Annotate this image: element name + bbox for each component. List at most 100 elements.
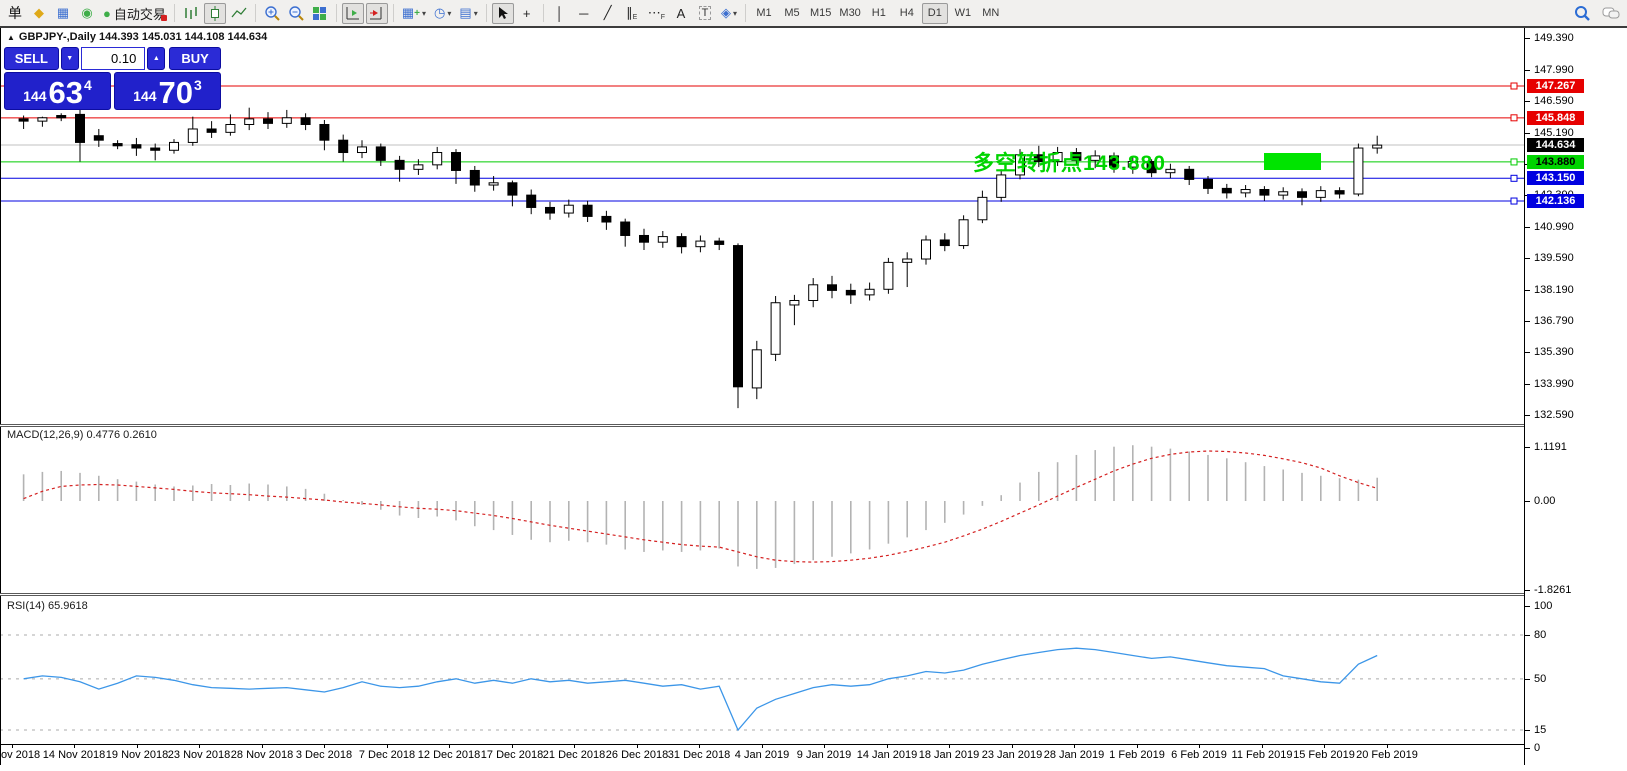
zoom-in-button[interactable] bbox=[261, 3, 283, 24]
date-label: 28 Jan 2019 bbox=[1044, 749, 1105, 761]
sell-price-tile[interactable]: 144634 bbox=[4, 72, 111, 110]
date-tick bbox=[512, 745, 513, 748]
timeframe-m15[interactable]: M15 bbox=[807, 3, 834, 24]
trendline-tool[interactable]: ╱ bbox=[597, 3, 619, 24]
date-tick bbox=[574, 745, 575, 748]
volume-decrease-button[interactable]: ▼ bbox=[61, 47, 79, 70]
scale-tick bbox=[1525, 352, 1530, 353]
date-tick bbox=[387, 745, 388, 748]
auto-scroll-button[interactable] bbox=[366, 3, 388, 24]
scale-label: 146.590 bbox=[1534, 95, 1574, 108]
chart-canvas[interactable] bbox=[0, 0, 1627, 771]
scale-label: 133.990 bbox=[1534, 378, 1574, 391]
zoom-out-icon bbox=[288, 5, 304, 21]
separator bbox=[393, 4, 394, 22]
scale-label: 136.790 bbox=[1534, 315, 1574, 328]
periods-button[interactable]: ◷▾ bbox=[431, 3, 454, 24]
date-label: 31 Dec 2018 bbox=[668, 749, 730, 761]
auto-trading-button[interactable]: ● 自动交易 bbox=[100, 3, 169, 24]
line-chart-mode-button[interactable] bbox=[228, 3, 250, 24]
bar-chart-mode-button[interactable] bbox=[180, 3, 202, 24]
price-scale[interactable]: 149.390147.990146.590145.190143.790142.3… bbox=[1524, 28, 1627, 765]
rsi-pane-splitter[interactable] bbox=[0, 593, 1627, 596]
volume-increase-button[interactable]: ▲ bbox=[147, 47, 165, 70]
zoom-out-button[interactable] bbox=[285, 3, 307, 24]
scale-tick bbox=[1525, 384, 1530, 385]
search-icon bbox=[1574, 5, 1590, 21]
line-chart-icon bbox=[231, 6, 247, 20]
scale-label: 15 bbox=[1534, 724, 1546, 737]
pivot-annotation[interactable]: 多空转折点143.880 bbox=[973, 147, 1166, 177]
cursor-button[interactable] bbox=[492, 3, 514, 24]
date-label: 20 Feb 2019 bbox=[1356, 749, 1418, 761]
separator bbox=[336, 4, 337, 22]
date-label: 26 Dec 2018 bbox=[606, 749, 668, 761]
timeframe-w1[interactable]: W1 bbox=[950, 3, 976, 24]
scale-label: 50 bbox=[1534, 673, 1546, 686]
templates-button[interactable]: ▤▾ bbox=[456, 3, 480, 24]
zoom-in-icon bbox=[264, 5, 280, 21]
date-label: 18 Jan 2019 bbox=[919, 749, 980, 761]
scale-tick bbox=[1525, 227, 1530, 228]
price-badge: 143.150 bbox=[1527, 171, 1584, 185]
date-label: 23 Nov 2018 bbox=[168, 749, 230, 761]
chart-title: ▲GBPJPY-,Daily 144.393 145.031 144.108 1… bbox=[7, 31, 267, 43]
buy-button[interactable]: BUY bbox=[169, 47, 221, 70]
date-tick bbox=[637, 745, 638, 748]
scale-tick bbox=[1525, 258, 1530, 259]
label-tool[interactable]: T bbox=[694, 3, 716, 24]
separator bbox=[486, 4, 487, 22]
timeframe-h1[interactable]: H1 bbox=[866, 3, 892, 24]
macd-pane-splitter[interactable] bbox=[0, 424, 1627, 427]
timeframe-m30[interactable]: M30 bbox=[836, 3, 863, 24]
timeframe-h4[interactable]: H4 bbox=[894, 3, 920, 24]
new-order-button[interactable]: 单 bbox=[4, 3, 26, 24]
market-watch-icon[interactable]: ◉ bbox=[76, 3, 98, 24]
price-badge: 143.880 bbox=[1527, 155, 1584, 169]
fibonacci-tool[interactable]: ⋯F bbox=[645, 3, 668, 24]
date-tick bbox=[1074, 745, 1075, 748]
new-chart-button[interactable]: ▦+▾ bbox=[399, 3, 429, 24]
date-tick bbox=[1262, 745, 1263, 748]
chart-shift-button[interactable] bbox=[342, 3, 364, 24]
bar-chart-icon bbox=[183, 6, 198, 20]
scale-tick bbox=[1525, 501, 1530, 502]
shapes-tool[interactable]: ◈▾ bbox=[718, 3, 740, 24]
new-chart-icon: ▦ bbox=[402, 5, 414, 21]
symbol-name: GBPJPY-,Daily bbox=[19, 31, 96, 43]
timeframe-mn[interactable]: MN bbox=[978, 3, 1004, 24]
date-tick bbox=[1324, 745, 1325, 748]
vertical-line-tool[interactable]: │ bbox=[549, 3, 571, 24]
main-toolbar: 单 ◆ ▦ ◉ ● 自动交易 ▦+▾ ◷▾ ▤▾ bbox=[0, 0, 1627, 26]
candlestick-mode-button[interactable] bbox=[204, 3, 226, 24]
scale-tick bbox=[1525, 321, 1530, 322]
buy-price-tile[interactable]: 144703 bbox=[114, 72, 221, 110]
timeframe-m1[interactable]: M1 bbox=[751, 3, 777, 24]
date-tick bbox=[137, 745, 138, 748]
globe-icon: ● bbox=[103, 6, 111, 21]
chart-shift-icon bbox=[345, 6, 360, 20]
channel-tool[interactable]: ∥E bbox=[621, 3, 643, 24]
crosshair-button[interactable]: + bbox=[516, 3, 538, 24]
date-tick bbox=[824, 745, 825, 748]
date-tick bbox=[699, 745, 700, 748]
volume-input[interactable]: 0.10 bbox=[81, 47, 146, 70]
terminal-icon[interactable]: ▦ bbox=[52, 3, 74, 24]
date-label: 9 Nov 2018 bbox=[0, 749, 40, 761]
date-tick bbox=[1012, 745, 1013, 748]
date-axis[interactable]: 9 Nov 201814 Nov 201819 Nov 201823 Nov 2… bbox=[0, 745, 1627, 765]
timeframe-d1[interactable]: D1 bbox=[922, 3, 948, 24]
search-button[interactable] bbox=[1571, 3, 1593, 24]
sell-button[interactable]: SELL bbox=[4, 47, 59, 70]
text-tool[interactable]: A bbox=[670, 3, 692, 24]
date-tick bbox=[324, 745, 325, 748]
date-label: 19 Nov 2018 bbox=[106, 749, 168, 761]
order-book-icon[interactable]: ◆ bbox=[28, 3, 50, 24]
timeframe-m5[interactable]: M5 bbox=[779, 3, 805, 24]
collapse-arrow-icon[interactable]: ▲ bbox=[7, 33, 15, 42]
tile-windows-button[interactable] bbox=[309, 3, 331, 24]
horizontal-line-tool[interactable]: ─ bbox=[573, 3, 595, 24]
chat-button[interactable] bbox=[1599, 3, 1623, 24]
auto-scroll-icon bbox=[369, 6, 384, 20]
scale-label: 132.590 bbox=[1534, 409, 1574, 422]
